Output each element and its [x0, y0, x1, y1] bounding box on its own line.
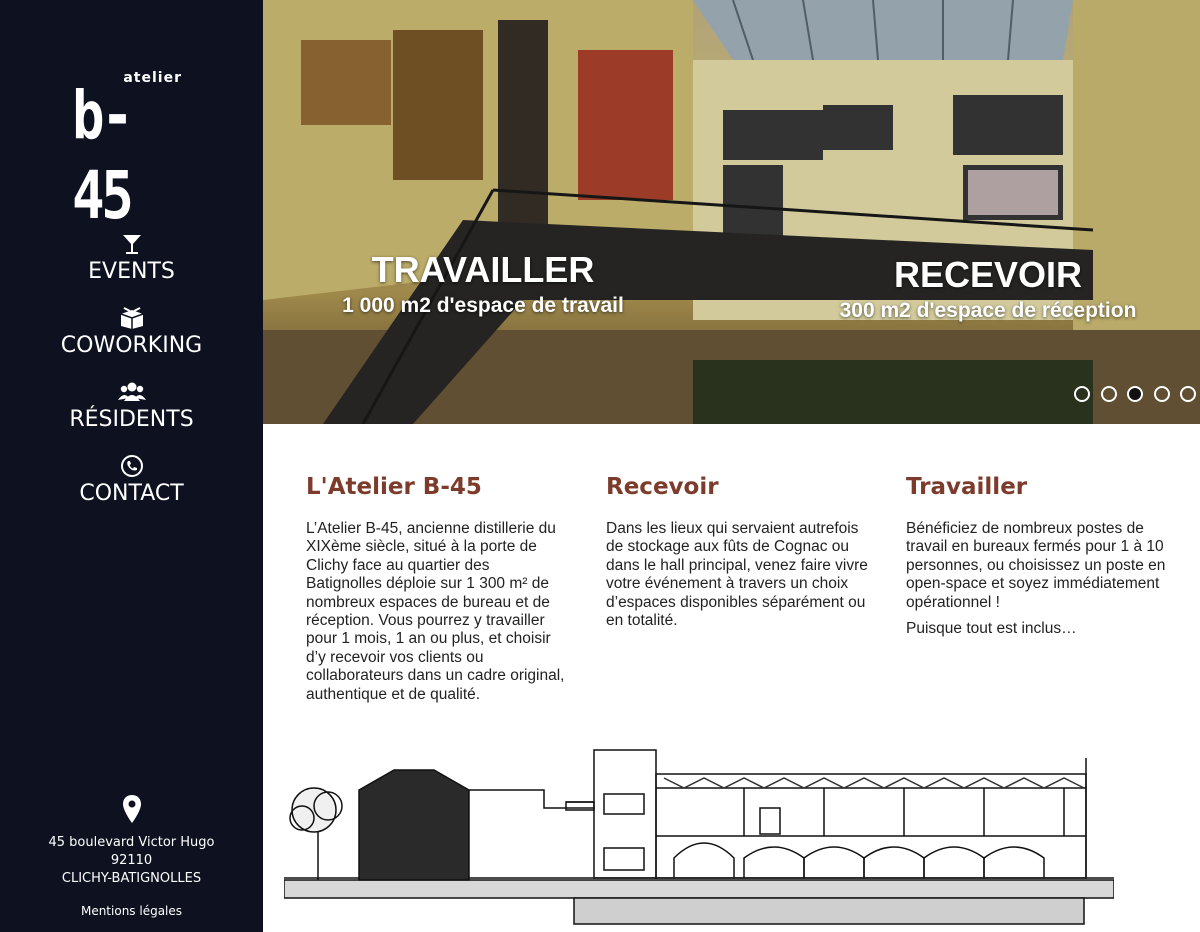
- address: 45 boulevard Victor Hugo 92110 CLICHY-BA…: [0, 794, 263, 888]
- logo[interactable]: atelier b-45: [72, 70, 184, 234]
- slider-dot[interactable]: [1100, 386, 1117, 402]
- hero-slider: TRAVAILLER 1 000 m2 d'espace de travail …: [263, 0, 1200, 424]
- logo-big-text: b-45: [72, 77, 134, 234]
- hero-caption-receive: RECEVOIR 300 m2 d'espace de réception: [823, 253, 1153, 325]
- nav-item-residents[interactable]: RÉSIDENTS: [0, 380, 263, 434]
- legal-link[interactable]: Mentions légales: [0, 904, 263, 918]
- building-section-drawing: [284, 749, 1114, 925]
- cocktail-icon: [0, 232, 263, 258]
- column-recevoir: Recevoir Dans les lieux qui servaient au…: [606, 472, 868, 630]
- slider-dot-active[interactable]: [1127, 386, 1144, 402]
- hero-photo: [263, 0, 1200, 424]
- nav-item-coworking[interactable]: COWORKING: [0, 306, 263, 360]
- nav-label-residents: RÉSIDENTS: [69, 407, 194, 432]
- slider-dot[interactable]: [1153, 386, 1170, 402]
- column-travailler-title: Travailler: [906, 474, 1028, 500]
- address-city: CLICHY-BATIGNOLLES: [61, 871, 202, 886]
- column-recevoir-text: Dans les lieux qui servaient autrefois d…: [606, 520, 868, 630]
- hero-caption-work-subtitle: 1 000 m2 d'espace de travail: [342, 294, 624, 317]
- hero-caption-receive-subtitle: 300 m2 d'espace de réception: [839, 299, 1137, 322]
- slider-dot[interactable]: [1180, 386, 1196, 402]
- slider-dots: [1068, 386, 1196, 407]
- nav-label-coworking: COWORKING: [60, 333, 203, 358]
- column-atelier: L'Atelier B-45 L’Atelier B-45, ancienne …: [306, 472, 568, 704]
- column-travailler-text-2: Puisque tout est inclus…: [906, 620, 1077, 638]
- column-atelier-title: L'Atelier B-45: [306, 474, 482, 500]
- address-zip: 92110: [110, 853, 153, 868]
- column-recevoir-title: Recevoir: [606, 474, 719, 500]
- nav-item-contact[interactable]: CONTACT: [0, 454, 263, 508]
- address-street: 45 boulevard Victor Hugo: [48, 835, 215, 850]
- hero-caption-work: TRAVAILLER 1 000 m2 d'espace de travail: [323, 248, 643, 320]
- users-icon: [0, 380, 263, 406]
- column-travailler: Travailler Bénéficiez de nombreux postes…: [906, 472, 1168, 638]
- nav-label-contact: CONTACT: [79, 481, 184, 506]
- column-travailler-text: Bénéficiez de nombreux postes de travail…: [906, 520, 1166, 611]
- box-icon: [0, 306, 263, 332]
- main-nav: EVENTS COWORKING RÉSIDENTS CONTACT: [0, 232, 263, 528]
- column-atelier-text: L’Atelier B-45, ancienne distillerie du …: [306, 520, 565, 703]
- map-pin-icon: [0, 794, 263, 824]
- phone-icon: [0, 454, 263, 480]
- hero-caption-work-title: TRAVAILLER: [371, 249, 595, 290]
- slider-dot[interactable]: [1074, 386, 1091, 402]
- nav-label-events: EVENTS: [88, 259, 175, 284]
- sidebar: atelier b-45 EVENTS COWORKING RÉSIDENTS: [0, 0, 263, 932]
- nav-item-events[interactable]: EVENTS: [0, 232, 263, 286]
- hero-caption-receive-title: RECEVOIR: [893, 254, 1083, 295]
